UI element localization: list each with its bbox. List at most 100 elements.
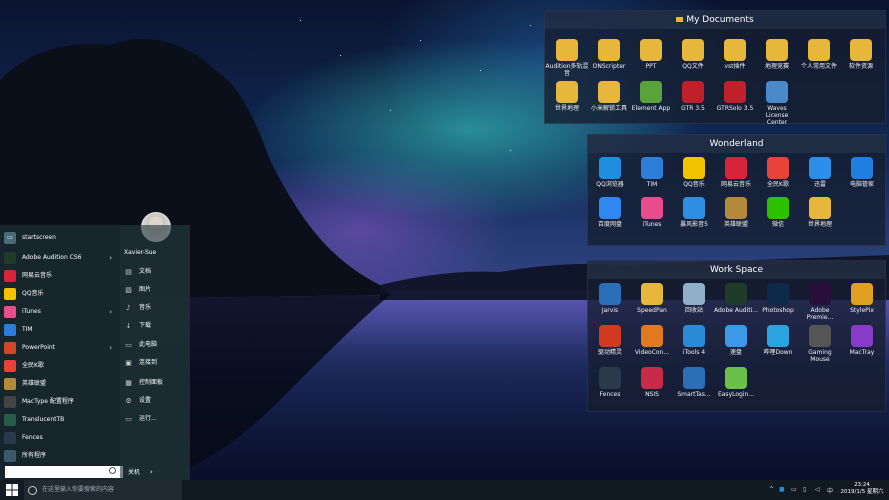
network-icon[interactable]: ▭ xyxy=(791,486,798,493)
desktop-shortcut[interactable]: GTR 3.5 xyxy=(671,81,715,112)
shutdown-button[interactable]: 关机 › xyxy=(128,467,153,477)
desktop-shortcut[interactable]: Audition多轨混音 xyxy=(545,39,589,77)
supan-icon xyxy=(725,325,747,347)
start-menu-place[interactable]: ▤ 文档 xyxy=(124,265,188,279)
desktop-shortcut[interactable]: Fences xyxy=(588,367,632,398)
start-menu-app[interactable]: 网易云音乐 xyxy=(4,268,116,284)
start-menu-place-label: 运行... xyxy=(139,415,157,422)
desktop-shortcut[interactable]: vst插件 xyxy=(713,39,757,70)
start-menu-place[interactable]: ▣ 连接到 xyxy=(124,356,188,370)
start-menu-place[interactable]: ↓ 下载 xyxy=(124,319,188,333)
search-icon[interactable] xyxy=(109,467,116,474)
desktop-shortcut[interactable]: StylePix xyxy=(840,283,884,314)
desktop-shortcut[interactable]: Photoshop xyxy=(756,283,800,314)
start-menu-place[interactable]: ▨ 图片 xyxy=(124,283,188,297)
desktop-shortcut[interactable]: QQ浏览器 xyxy=(588,157,632,188)
desktop-shortcut[interactable]: 微信 xyxy=(756,197,800,228)
desktop-shortcut[interactable]: 速盘 xyxy=(714,325,758,356)
start-menu-header[interactable]: ▭ startscreen xyxy=(4,230,116,246)
clock[interactable]: 23:24 2019/1/5 星期六 xyxy=(837,482,887,496)
gtr-icon xyxy=(682,81,704,103)
desktop-shortcut[interactable]: GTRSolo 3.5 xyxy=(713,81,757,112)
desktop-shortcut[interactable]: PPT xyxy=(629,39,673,70)
desktop-shortcut[interactable]: VideoCon... xyxy=(630,325,674,356)
all-programs-icon xyxy=(4,450,16,462)
netease-music-icon xyxy=(725,157,747,179)
start-menu-app[interactable]: MacType 配置程序 xyxy=(4,394,116,410)
start-menu-app[interactable]: TranslucentTB xyxy=(4,412,116,428)
chevron-right-icon[interactable]: › xyxy=(109,340,112,356)
videocon-icon xyxy=(641,325,663,347)
desktop-shortcut[interactable]: ONScripter xyxy=(587,39,631,70)
desktop-shortcut[interactable]: 地理竞赛 xyxy=(755,39,799,70)
fence-title[interactable]: My Documents xyxy=(545,11,885,29)
desktop-shortcut[interactable]: 全民K歌 xyxy=(756,157,800,188)
desktop-shortcut[interactable]: 哔哩Down xyxy=(756,325,800,356)
start-menu-app[interactable]: 所有程序 xyxy=(4,448,116,464)
desktop-shortcut[interactable]: 网易云音乐 xyxy=(714,157,758,188)
start-menu-place[interactable]: ▭ 运行... xyxy=(124,412,188,426)
volume-icon[interactable]: ◁ xyxy=(815,486,822,493)
fence-title[interactable]: Work Space xyxy=(588,261,885,279)
desktop-shortcut[interactable]: EasyLogin... xyxy=(714,367,758,398)
start-menu-place[interactable]: ⚙ 设置 xyxy=(124,394,188,408)
desktop-shortcut[interactable]: 软件资源 xyxy=(839,39,883,70)
desktop-shortcut[interactable]: 百度网盘 xyxy=(588,197,632,228)
desktop-shortcut[interactable]: SmartTas... xyxy=(672,367,716,398)
desktop-shortcut[interactable]: Element App xyxy=(629,81,673,112)
fence-wonderland[interactable]: Wonderland QQ浏览器 TIM QQ音乐 网易云音乐 全民K歌 迅雷 电脑管家百度… xyxy=(587,134,886,246)
start-menu-app[interactable]: 英雄联盟 xyxy=(4,376,116,392)
desktop-shortcut[interactable]: 个人常用文件 xyxy=(797,39,841,70)
start-menu-app[interactable]: TIM xyxy=(4,322,116,338)
desktop-shortcut[interactable]: QQ音乐 xyxy=(672,157,716,188)
start-menu-app[interactable]: Adobe Audition CS6 › xyxy=(4,250,116,266)
desktop-shortcut[interactable]: NSIS xyxy=(630,367,674,398)
desktop-shortcut[interactable]: Adobe Premie... xyxy=(798,283,842,321)
start-menu-app[interactable]: 全民K歌 xyxy=(4,358,116,374)
start-menu-search-input[interactable] xyxy=(5,466,123,478)
desktop-shortcut[interactable]: 迅雷 xyxy=(798,157,842,188)
start-menu-app[interactable]: Fences xyxy=(4,430,116,446)
app-tray-icon[interactable]: ■ xyxy=(779,486,786,493)
desktop-shortcut[interactable]: 世界地理 xyxy=(798,197,842,228)
desktop-shortcut[interactable]: QQ文件 xyxy=(671,39,715,70)
taskbar-search-box[interactable]: 在这里输入你要搜索的内容 xyxy=(24,480,182,500)
start-menu-app[interactable]: iTunes › xyxy=(4,304,116,320)
input-method-icon[interactable]: 中 xyxy=(827,486,834,495)
desktop-shortcut[interactable]: 世界地理 xyxy=(545,81,589,112)
shortcut-label: 世界地理 xyxy=(554,105,579,112)
chevron-up-icon[interactable]: ^ xyxy=(769,486,776,493)
desktop-shortcut[interactable]: 电脑管家 xyxy=(840,157,884,188)
desktop-shortcut[interactable]: SpeedPan xyxy=(630,283,674,314)
fence-title[interactable]: Wonderland xyxy=(588,135,885,153)
desktop-shortcut[interactable]: TIM xyxy=(630,157,674,188)
start-menu-place[interactable]: ▦ 控制面板 xyxy=(124,376,188,390)
chevron-right-icon[interactable]: › xyxy=(109,250,112,266)
desktop-shortcut[interactable]: 暴风影音5 xyxy=(672,197,716,228)
desktop-shortcut[interactable]: Waves License Center xyxy=(755,81,799,126)
netease-music-icon xyxy=(4,270,16,282)
desktop-shortcut[interactable]: 驱动精灵 xyxy=(588,325,632,356)
desktop-shortcut[interactable]: iTools 4 xyxy=(672,325,716,356)
desktop-shortcut[interactable]: 英雄联盟 xyxy=(714,197,758,228)
shortcut-label: iTunes xyxy=(642,221,662,228)
desktop-shortcut[interactable]: Gaming Mouse xyxy=(798,325,842,363)
translucenttb-icon xyxy=(4,414,16,426)
desktop-shortcut[interactable]: Jarvis xyxy=(588,283,632,314)
fence-work-space[interactable]: Work Space Jarvis SpeedPan 回收站 Adobe Auditi… xyxy=(587,260,886,412)
start-menu-place[interactable]: ♪ 音乐 xyxy=(124,301,188,315)
battery-icon[interactable]: ▯ xyxy=(803,486,810,493)
start-menu-place[interactable]: ▭ 此电脑 xyxy=(124,338,188,352)
start-menu-app[interactable]: QQ音乐 xyxy=(4,286,116,302)
desktop-shortcut[interactable]: 小米解锁工具 xyxy=(587,81,631,112)
desktop-shortcut[interactable]: iTunes xyxy=(630,197,674,228)
fence-my-documents[interactable]: My Documents Audition多轨混音 ONScripter PPT QQ… xyxy=(544,10,886,126)
start-menu-app[interactable]: PowerPoint › xyxy=(4,340,116,356)
desktop-shortcut[interactable]: MacTray xyxy=(840,325,884,356)
desktop-shortcut[interactable]: 回收站 xyxy=(672,283,716,314)
windows-start-button[interactable] xyxy=(6,484,18,496)
shortcut-label: 全民K歌 xyxy=(767,181,789,188)
chevron-right-icon[interactable]: › xyxy=(109,304,112,320)
user-name[interactable]: Xavier-Sue xyxy=(124,249,156,256)
desktop-shortcut[interactable]: Adobe Auditi... xyxy=(714,283,758,314)
